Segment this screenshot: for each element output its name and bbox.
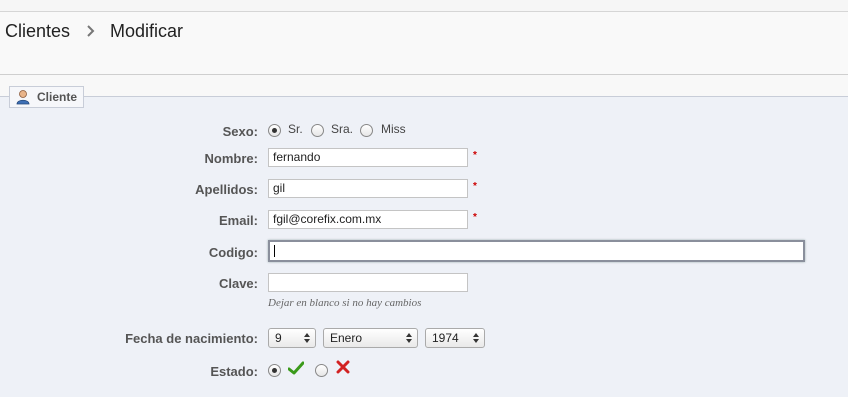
top-strip (0, 0, 848, 12)
nombre-label: Nombre: (204, 151, 258, 166)
chevron-right-icon (87, 25, 95, 37)
sexo-label: Sexo: (222, 124, 258, 139)
fieldset-legend: Cliente (9, 86, 85, 108)
text-caret (274, 244, 275, 257)
birth-year-value: 1974 (432, 331, 459, 345)
clave-hint: Dejar en blanco si no hay cambios (268, 297, 422, 309)
check-icon (288, 361, 304, 375)
sexo-radio-sra[interactable] (311, 124, 324, 137)
cross-icon (336, 360, 350, 374)
codigo-field[interactable] (268, 240, 805, 262)
estado-radio-disabled[interactable] (315, 364, 328, 377)
apellidos-field[interactable]: gil (268, 179, 468, 198)
apellidos-label: Apellidos: (195, 182, 258, 197)
email-field[interactable]: fgil@corefix.com.mx (268, 210, 468, 229)
birth-month-select[interactable]: Enero (323, 328, 418, 348)
estado-radio-enabled[interactable] (268, 364, 281, 377)
birth-day-value: 9 (275, 331, 282, 345)
email-label: Email: (218, 213, 258, 228)
sexo-option-sr: Sr. (288, 122, 303, 136)
nombre-field[interactable]: fernando (268, 148, 468, 167)
birth-day-select[interactable]: 9 (268, 328, 316, 348)
birth-month-value: Enero (330, 331, 363, 345)
user-icon (16, 90, 30, 105)
estado-label: Estado: (210, 364, 258, 379)
select-arrows-icon (304, 333, 310, 343)
codigo-label: Codigo: (208, 245, 258, 260)
breadcrumb-current: Modificar (110, 21, 184, 41)
select-arrows-icon (473, 333, 479, 343)
sexo-radio-sr[interactable] (268, 124, 281, 137)
select-arrows-icon (406, 333, 412, 343)
sexo-option-miss: Miss (381, 122, 406, 136)
sexo-option-sra: Sra. (331, 122, 354, 136)
nombre-required-mark: * (473, 150, 477, 161)
fecha-label: Fecha de nacimiento: (125, 331, 258, 346)
email-required-mark: * (473, 212, 477, 223)
breadcrumb-parent[interactable]: Clientes (5, 21, 70, 42)
clave-field[interactable] (268, 273, 468, 292)
apellidos-required-mark: * (473, 181, 477, 192)
birth-year-select[interactable]: 1974 (425, 328, 485, 348)
sexo-radio-miss[interactable] (360, 124, 373, 137)
clave-label: Clave: (218, 276, 258, 291)
legend-label: Cliente (37, 90, 78, 104)
